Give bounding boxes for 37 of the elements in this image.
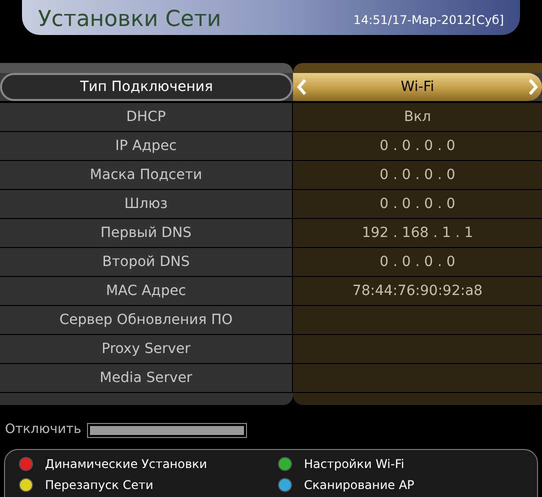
setting-label: Сервер Обновления ПО: [0, 306, 293, 334]
date-time: 14:51/17-Мар-2012[Суб]: [353, 12, 504, 29]
setting-label: IP Адрес: [0, 132, 293, 160]
setting-row[interactable]: Тип Подключения Wi-Fi: [0, 73, 542, 101]
setting-row[interactable]: Media Server: [0, 364, 542, 393]
legend-label: Настройки Wi-Fi: [304, 456, 404, 472]
setting-label: DHCP: [0, 103, 293, 131]
setting-value: 0 . 0 . 0 . 0: [293, 132, 542, 160]
screen-title: Установки Сети: [38, 9, 222, 31]
legend-label: Сканирование AP: [304, 476, 414, 494]
setting-row[interactable]: Шлюз 0 . 0 . 0 . 0: [0, 190, 542, 219]
setting-row[interactable]: Маска Подсети 0 . 0 . 0 . 0: [0, 161, 542, 190]
setting-value: 0 . 0 . 0 . 0: [293, 190, 542, 218]
setting-label: Media Server: [0, 364, 293, 392]
setting-row[interactable]: IP Адрес 0 . 0 . 0 . 0: [0, 132, 542, 161]
setting-value: 0 . 0 . 0 . 0: [293, 161, 542, 189]
setting-label: Тип Подключения: [0, 73, 293, 101]
setting-label: MAC Адрес: [0, 277, 293, 305]
setting-value: Wi-Fi: [400, 78, 436, 96]
setting-label: Шлюз: [0, 190, 293, 218]
setting-row[interactable]: Сервер Обновления ПО: [0, 306, 542, 335]
setting-label: Proxy Server: [0, 335, 293, 363]
setting-label: Маска Подсети: [0, 161, 293, 189]
setting-row[interactable]: DHCP Вкл: [0, 103, 542, 132]
setting-label: Первый DNS: [0, 219, 293, 247]
setting-value: Вкл: [293, 103, 542, 131]
legend-label: Динамические Установки: [45, 456, 208, 472]
status-label: Отключить: [5, 421, 82, 440]
legend-label: Перезапуск Сети: [45, 476, 154, 494]
setting-label: Второй DNS: [0, 248, 293, 276]
setting-value: 192 . 168 . 1 . 1: [293, 219, 542, 247]
setting-row[interactable]: Второй DNS 0 . 0 . 0 . 0: [0, 248, 542, 277]
setting-value: 78:44:76:90:92:a8: [293, 277, 542, 305]
setting-value: 0 . 0 . 0 . 0: [293, 248, 542, 276]
setting-row[interactable]: MAC Адрес 78:44:76:90:92:a8: [0, 277, 542, 306]
setting-row[interactable]: Proxy Server: [0, 335, 542, 364]
setting-row[interactable]: Первый DNS 192 . 168 . 1 . 1: [0, 219, 542, 248]
